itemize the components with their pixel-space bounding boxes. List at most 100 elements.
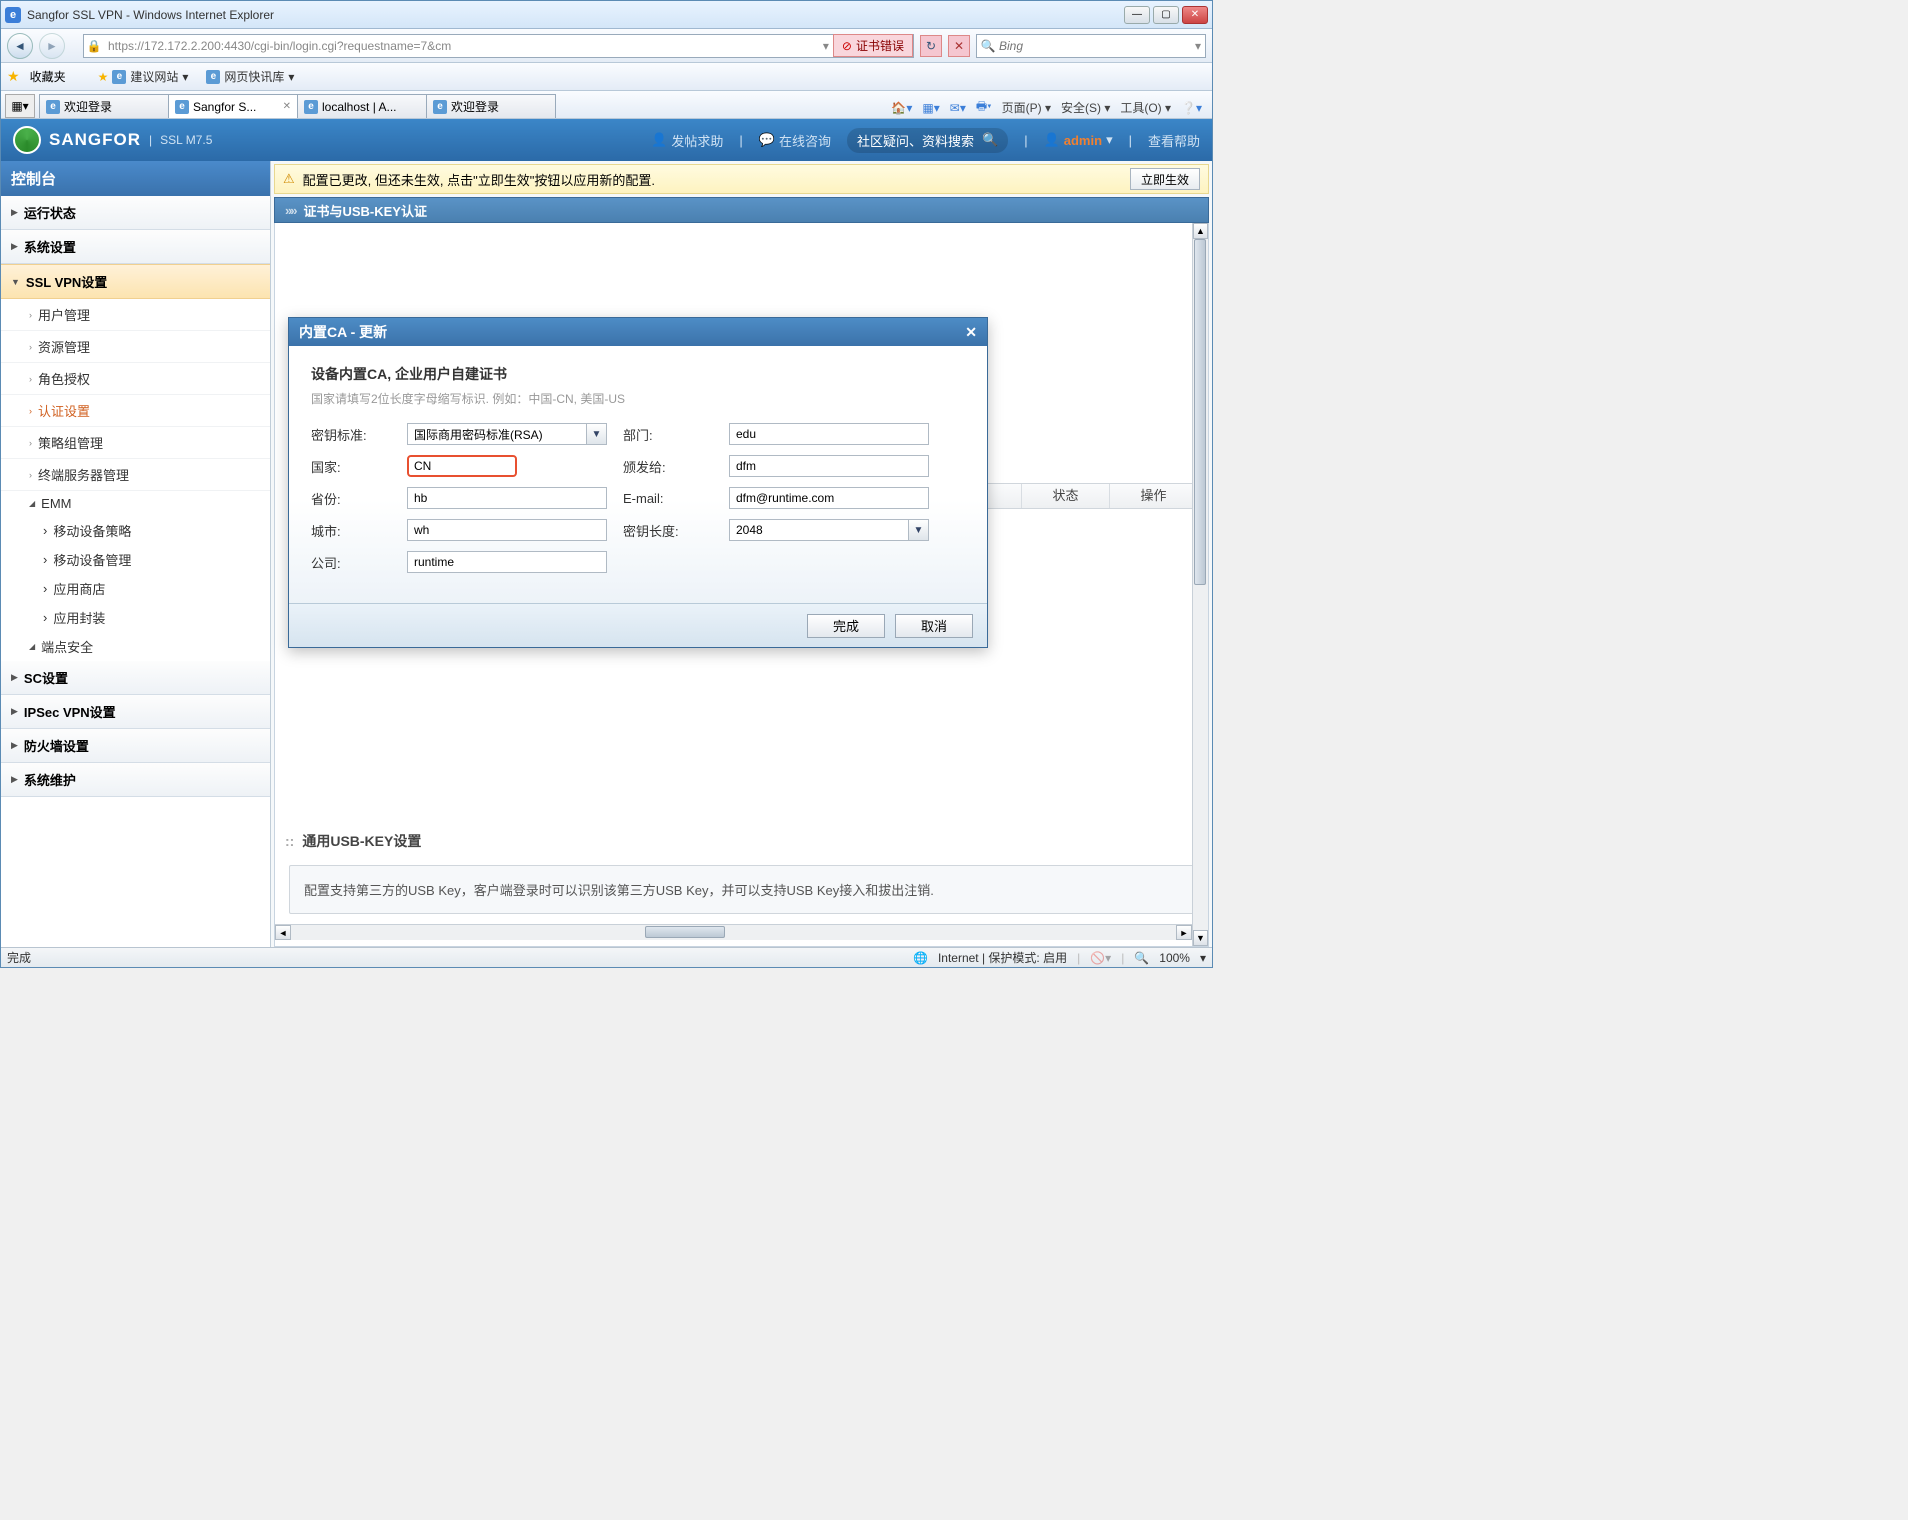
chevron-down-icon[interactable]: ▼ xyxy=(909,519,929,541)
back-button[interactable]: ◄ xyxy=(7,33,33,59)
sidebar-item-policy[interactable]: ›策略组管理 xyxy=(1,427,270,459)
sidebar-sec-firewall[interactable]: ▶防火墙设置 xyxy=(1,729,270,763)
sidebar-item-auth[interactable]: ›认证设置 xyxy=(1,395,270,427)
tab-3[interactable]: e欢迎登录 xyxy=(426,94,556,118)
home-icon[interactable]: 🏠▾ xyxy=(891,101,912,115)
tabs-row: ▦▾ e欢迎登录 eSangfor S...✕ elocalhost | A..… xyxy=(1,91,1212,119)
maximize-button[interactable]: ▢ xyxy=(1153,6,1179,24)
label-keystd: 密钥标准: xyxy=(311,425,391,444)
sidebar-sec-ipsec[interactable]: ▶IPSec VPN设置 xyxy=(1,695,270,729)
input-dept[interactable] xyxy=(729,423,929,445)
tools-menu[interactable]: 工具(O) ▾ xyxy=(1120,99,1171,116)
favorites-star-icon[interactable]: ★ xyxy=(7,68,20,85)
community-search[interactable]: 社区疑问、资料搜索 🔍 xyxy=(847,128,1008,153)
window-title: Sangfor SSL VPN - Windows Internet Explo… xyxy=(27,8,1124,22)
sidebar-emm-mgmt[interactable]: ›移动设备管理 xyxy=(1,545,270,574)
fav-quick[interactable]: e 网页快讯库 ▾ xyxy=(200,66,300,87)
print-icon[interactable]: 🖶▾ xyxy=(976,97,992,118)
select-keylen[interactable]: ▼ xyxy=(729,519,929,541)
user-menu[interactable]: 👤admin▾ xyxy=(1044,132,1113,148)
minimize-button[interactable]: — xyxy=(1124,6,1150,24)
dialog-cancel-button[interactable]: 取消 xyxy=(895,614,973,638)
sidebar-sec-sys[interactable]: ▶系统设置 xyxy=(1,230,270,264)
search-box[interactable]: 🔍 ▾ xyxy=(976,34,1206,58)
sidebar-item-users[interactable]: ›用户管理 xyxy=(1,299,270,331)
tab-0[interactable]: e欢迎登录 xyxy=(39,94,169,118)
sidebar-sec-sslvpn[interactable]: ▼SSL VPN设置 xyxy=(1,264,270,299)
favorites-label[interactable]: 收藏夹 xyxy=(30,68,66,85)
input-issued[interactable] xyxy=(729,455,929,477)
search-input[interactable] xyxy=(999,39,1191,53)
input-keystd[interactable] xyxy=(407,423,587,445)
sidebar-item-terminal[interactable]: ›终端服务器管理 xyxy=(1,459,270,491)
close-window-button[interactable]: ✕ xyxy=(1182,6,1208,24)
dialog-ok-button[interactable]: 完成 xyxy=(807,614,885,638)
sidebar-emm-wrap[interactable]: ›应用封装 xyxy=(1,603,270,632)
tab-2[interactable]: elocalhost | A... xyxy=(297,94,427,118)
sidebar-group-emm[interactable]: ◢EMM xyxy=(1,491,270,516)
dialog-titlebar: 内置CA - 更新 ✕ xyxy=(289,318,987,346)
refresh-button[interactable]: ↻ xyxy=(920,35,942,57)
lock-icon: 🔒 xyxy=(84,39,104,53)
dialog-heading: 设备内置CA, 企业用户自建证书 xyxy=(311,364,965,384)
input-email[interactable] xyxy=(729,487,929,509)
dialog-close-icon[interactable]: ✕ xyxy=(965,324,977,341)
titlebar: e Sangfor SSL VPN - Windows Internet Exp… xyxy=(1,1,1212,29)
dialog-hint: 国家请填写2位长度字母缩写标识. 例如：中国-CN, 美国-US xyxy=(311,390,965,407)
sidebar-emm-store[interactable]: ›应用商店 xyxy=(1,574,270,603)
sidebar-sec-maintain[interactable]: ▶系统维护 xyxy=(1,763,270,797)
sidebar-sslvpn-children: ›用户管理 ›资源管理 ›角色授权 ›认证设置 ›策略组管理 ›终端服务器管理 … xyxy=(1,299,270,661)
post-help-link[interactable]: 👤发帖求助 xyxy=(651,131,723,150)
address-bar[interactable]: 🔒 ▾ ⊘ 证书错误 xyxy=(83,34,914,58)
rss-icon[interactable]: ▦▾ xyxy=(922,101,939,115)
forward-button[interactable]: ► xyxy=(39,33,65,59)
page-menu[interactable]: 页面(P) ▾ xyxy=(1002,99,1051,116)
v-scrollbar[interactable]: ▲▼ xyxy=(1192,223,1208,946)
search-icon[interactable]: 🔍 xyxy=(982,132,998,148)
label-country: 国家: xyxy=(311,457,391,476)
cert-error[interactable]: ⊘ 证书错误 xyxy=(833,34,913,57)
fav-suggest[interactable]: ★ e 建议网站 ▾ xyxy=(92,66,195,87)
chevron-down-icon[interactable]: ▼ xyxy=(587,423,607,445)
form: 密钥标准: ▼ 部门: 国家: 颁发给: 省份: E-mail: 城市: 密钥长… xyxy=(311,423,965,573)
input-province[interactable] xyxy=(407,487,607,509)
sidebar-sec-sc[interactable]: ▶SC设置 xyxy=(1,661,270,695)
alert-text: 配置已更改, 但还未生效, 点击"立即生效"按钮以应用新的配置. xyxy=(303,170,655,189)
tab-1[interactable]: eSangfor S...✕ xyxy=(168,94,298,118)
apply-now-button[interactable]: 立即生效 xyxy=(1130,168,1200,190)
help-icon[interactable]: ❔▾ xyxy=(1181,101,1202,115)
mail-icon[interactable]: ✉▾ xyxy=(950,101,966,115)
sidebar-item-role[interactable]: ›角色授权 xyxy=(1,363,270,395)
url-input[interactable] xyxy=(104,36,819,56)
usb-section-head: ::通用USB-KEY设置 xyxy=(275,823,1208,859)
h-scrollbar[interactable]: ◄► xyxy=(275,924,1192,940)
online-consult-link[interactable]: 💬在线咨询 xyxy=(759,131,831,150)
th-op: 操作 xyxy=(1109,484,1197,508)
brand-sub: SSL M7.5 xyxy=(160,133,212,147)
sidebar-sec-run[interactable]: ▶运行状态 xyxy=(1,196,270,230)
th-state: 状态 xyxy=(1021,484,1109,508)
stop-button[interactable]: ✕ xyxy=(948,35,970,57)
close-tab-icon[interactable]: ✕ xyxy=(283,101,291,112)
sidebar-group-endpoint[interactable]: ◢端点安全 xyxy=(1,632,270,661)
input-company[interactable] xyxy=(407,551,607,573)
input-city[interactable] xyxy=(407,519,607,541)
label-email: E-mail: xyxy=(623,491,713,506)
input-country[interactable] xyxy=(407,455,517,477)
label-province: 省份: xyxy=(311,489,391,508)
chat-icon: 💬 xyxy=(759,132,775,148)
sidebar-emm-policy[interactable]: ›移动设备策略 xyxy=(1,516,270,545)
ie-toolbar: 🏠▾ ▦▾ ✉▾ 🖶▾ 页面(P) ▾ 安全(S) ▾ 工具(O) ▾ ❔▾ xyxy=(891,97,1208,118)
input-keylen[interactable] xyxy=(729,519,909,541)
sidebar-item-resource[interactable]: ›资源管理 xyxy=(1,331,270,363)
tab-grid-button[interactable]: ▦▾ xyxy=(5,94,35,118)
select-keystd[interactable]: ▼ xyxy=(407,423,607,445)
label-keylen: 密钥长度: xyxy=(623,521,713,540)
safety-menu[interactable]: 安全(S) ▾ xyxy=(1061,99,1110,116)
cert-error-text: 证书错误 xyxy=(856,37,904,54)
alert-bar: ⚠ 配置已更改, 但还未生效, 点击"立即生效"按钮以应用新的配置. 立即生效 xyxy=(274,164,1209,194)
usb-desc: 配置支持第三方的USB Key，客户端登录时可以识别该第三方USB Key，并可… xyxy=(289,865,1194,914)
favorites-row: ★ 收藏夹 ★ e 建议网站 ▾ e 网页快讯库 ▾ xyxy=(1,63,1212,91)
view-help-link[interactable]: 查看帮助 xyxy=(1148,131,1200,150)
zoom-icon[interactable]: 🔍 xyxy=(1134,951,1149,965)
